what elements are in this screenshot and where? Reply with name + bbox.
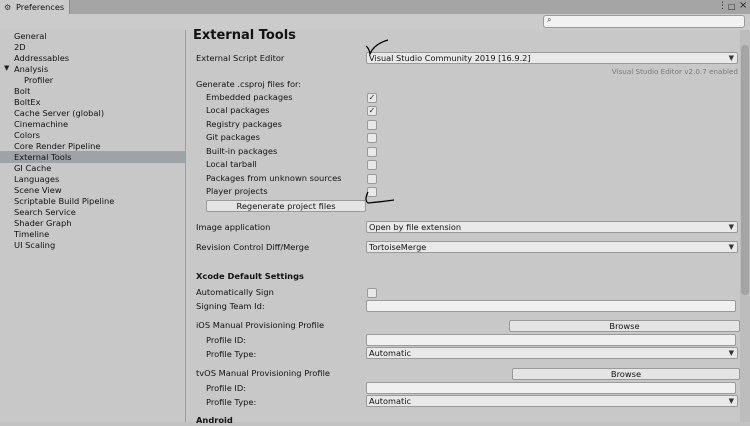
tvos-browse-button[interactable]: Browse: [512, 368, 740, 380]
ios-profile-id-field[interactable]: [366, 334, 736, 346]
page-title: External Tools: [193, 28, 296, 43]
sidebar-item-bolt[interactable]: Bolt: [14, 86, 30, 97]
sidebar-item-cache-server[interactable]: Cache Server (global): [14, 108, 104, 119]
chevron-down-icon: ▼: [728, 397, 734, 405]
sidebar-item-boltex[interactable]: BoltEx: [14, 97, 40, 108]
ios-browse-button[interactable]: Browse: [509, 320, 740, 332]
external-script-editor-value: Visual Studio Community 2019 [16.9.2]: [369, 53, 531, 63]
tab-title: Preferences: [16, 2, 65, 12]
sidebar-item-cinemachine[interactable]: Cinemachine: [14, 119, 68, 130]
tvos-profile-type-label: Profile Type:: [206, 397, 257, 407]
embedded-packages-checkbox[interactable]: ✓: [367, 93, 377, 103]
sidebar-item-general[interactable]: General: [14, 31, 47, 42]
revision-control-label: Revision Control Diff/Merge: [196, 242, 310, 252]
sidebar-item-timeline[interactable]: Timeline: [14, 229, 49, 240]
git-packages-checkbox[interactable]: [367, 133, 377, 143]
sidebar-item-2d[interactable]: 2D: [14, 42, 26, 53]
sidebar-item-scene-view[interactable]: Scene View: [14, 185, 62, 196]
image-application-dropdown[interactable]: Open by file extension ▼: [366, 221, 738, 233]
chevron-down-icon: ▼: [728, 243, 734, 251]
csproj-option-label: Git packages: [206, 132, 260, 142]
tvos-profile-id-label: Profile ID:: [206, 383, 247, 393]
csproj-option-label: Built-in packages: [206, 146, 278, 156]
built-in-packages-checkbox[interactable]: [367, 147, 377, 157]
image-application-value: Open by file extension: [369, 222, 462, 232]
external-script-editor-label: External Script Editor: [196, 53, 285, 63]
ios-provisioning-label: iOS Manual Provisioning Profile: [196, 320, 325, 330]
tvos-profile-type-dropdown[interactable]: Automatic ▼: [366, 395, 738, 407]
csproj-option-label: Player projects: [206, 186, 268, 196]
signing-team-label: Signing Team Id:: [196, 301, 265, 311]
ios-profile-type-value: Automatic: [369, 348, 411, 358]
image-application-label: Image application: [196, 222, 271, 232]
sidebar-item-colors[interactable]: Colors: [14, 130, 40, 141]
close-icon[interactable]: ×: [739, 0, 747, 11]
sidebar-item-languages[interactable]: Languages: [14, 174, 59, 185]
revision-control-dropdown[interactable]: TortoiseMerge ▼: [366, 241, 738, 253]
preferences-tab[interactable]: ⚙ Preferences: [0, 0, 70, 14]
signing-team-field[interactable]: [366, 300, 736, 312]
sidebar-item-scriptable-build-pipeline[interactable]: Scriptable Build Pipeline: [14, 196, 114, 207]
tvos-profile-type-value: Automatic: [369, 396, 411, 406]
registry-packages-checkbox[interactable]: [367, 120, 377, 130]
scrollbar-thumb[interactable]: [741, 45, 749, 295]
xcode-heading: Xcode Default Settings: [196, 271, 304, 281]
local-packages-checkbox[interactable]: ✓: [367, 106, 377, 116]
android-heading: Android: [196, 415, 233, 425]
title-bar: [0, 0, 750, 15]
csproj-option-label: Local packages: [206, 105, 270, 115]
handdrawn-check-mark: [365, 39, 389, 57]
regenerate-project-files-button[interactable]: Regenerate project files: [206, 200, 366, 212]
generate-csproj-label: Generate .csproj files for:: [196, 79, 302, 89]
sidebar-item-analysis[interactable]: Analysis: [14, 64, 48, 75]
sidebar-item-addressables[interactable]: Addressables: [14, 53, 69, 64]
sidebar-item-ui-scaling[interactable]: UI Scaling: [14, 240, 55, 251]
sidebar-item-search-service[interactable]: Search Service: [14, 207, 76, 218]
automatically-sign-checkbox[interactable]: [367, 288, 377, 298]
handdrawn-underline-mark: [365, 191, 395, 204]
gear-icon: ⚙: [4, 2, 12, 12]
foldout-arrow-icon[interactable]: ▼: [4, 64, 9, 72]
maximize-icon[interactable]: □: [728, 2, 736, 11]
unknown-sources-checkbox[interactable]: [367, 174, 377, 184]
csproj-option-label: Registry packages: [206, 119, 282, 129]
tvos-provisioning-label: tvOS Manual Provisioning Profile: [196, 368, 330, 378]
search-input[interactable]: ⌕: [543, 15, 745, 28]
local-tarball-checkbox[interactable]: [367, 160, 377, 170]
chevron-down-icon: ▼: [728, 223, 734, 231]
csproj-option-label: Local tarball: [206, 159, 257, 169]
sidebar-item-shader-graph[interactable]: Shader Graph: [14, 218, 71, 229]
chevron-down-icon: ▼: [728, 54, 734, 62]
version-note: Visual Studio Editor v2.0.7 enabled: [611, 67, 738, 76]
tvos-profile-id-field[interactable]: [366, 382, 736, 394]
menu-icon[interactable]: ⋮: [718, 1, 727, 11]
csproj-option-label: Packages from unknown sources: [206, 173, 342, 183]
csproj-option-label: Embedded packages: [206, 92, 293, 102]
sidebar-item-profiler[interactable]: Profiler: [24, 75, 53, 86]
ios-profile-id-label: Profile ID:: [206, 335, 247, 345]
sidebar-item-external-tools[interactable]: External Tools: [14, 152, 72, 163]
search-icon: ⌕: [547, 15, 552, 24]
revision-control-value: TortoiseMerge: [369, 242, 427, 252]
sidebar-item-gi-cache[interactable]: GI Cache: [14, 163, 51, 174]
ios-profile-type-label: Profile Type:: [206, 349, 257, 359]
automatically-sign-label: Automatically Sign: [196, 287, 274, 297]
chevron-down-icon: ▼: [728, 349, 734, 357]
external-script-editor-dropdown[interactable]: Visual Studio Community 2019 [16.9.2] ▼: [366, 52, 738, 64]
ios-profile-type-dropdown[interactable]: Automatic ▼: [366, 347, 738, 359]
